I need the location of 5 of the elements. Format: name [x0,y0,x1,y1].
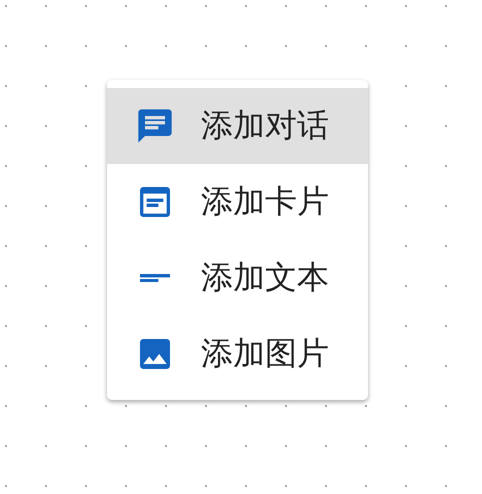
menu-item[interactable]: 添加图片 [107,316,368,392]
menu-item[interactable]: 添加卡片 [107,164,368,240]
text-lines-icon [140,274,170,282]
menu-item[interactable]: 添加文本 [107,240,368,316]
menu-item[interactable]: 添加对话 [107,88,368,164]
